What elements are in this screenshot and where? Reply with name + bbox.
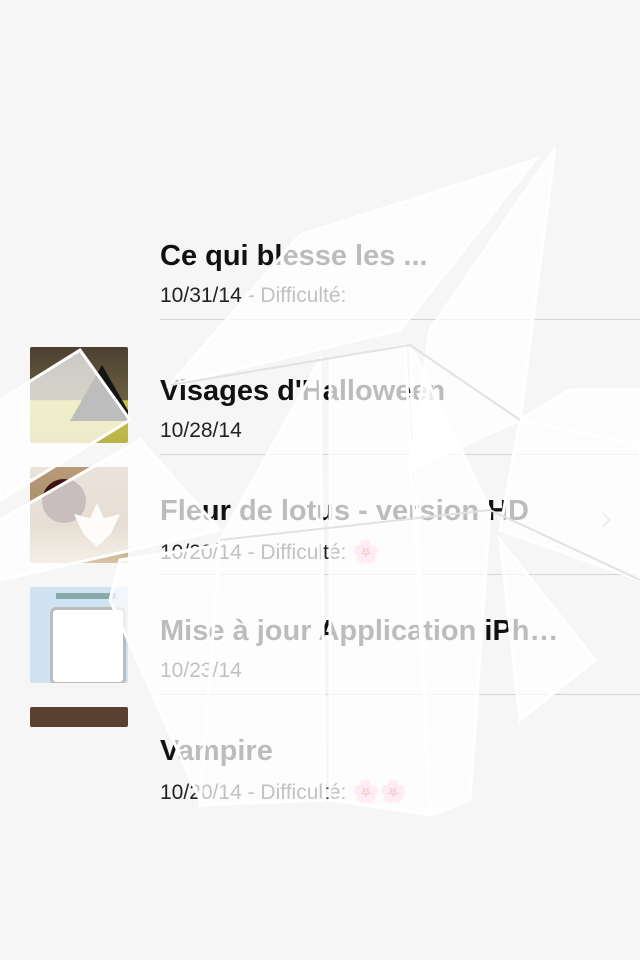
item-thumbnail xyxy=(30,347,128,443)
item-title: Ce qui blesse les ... xyxy=(160,240,428,272)
article-list: Ce qui blesse les ... 10/31/14 - Difficu… xyxy=(0,200,640,820)
item-thumbnail xyxy=(30,587,128,683)
list-item[interactable]: Ce qui blesse les ... 10/31/14 - Difficu… xyxy=(0,200,640,320)
item-subtitle: 10/31/14 - Difficulté: xyxy=(160,284,346,308)
item-thumbnail xyxy=(30,707,128,727)
row-separator xyxy=(160,319,640,320)
item-subtitle: 10/23/14 xyxy=(160,659,242,683)
item-subtitle: 10/28/14 xyxy=(160,419,242,443)
cherry-blossom-icon: 🌸 xyxy=(352,539,380,564)
item-thumbnail xyxy=(30,467,128,563)
cherry-blossom-icon: 🌸🌸 xyxy=(352,779,408,804)
list-item[interactable]: Visages d'Halloween 10/28/14 xyxy=(0,335,640,455)
chevron-right-icon: › xyxy=(600,499,612,537)
item-subtitle: 10/20/14 - Difficulté: 🌸🌸 xyxy=(160,779,407,805)
item-date-difficulty: 10/20/14 - Difficulté: xyxy=(160,541,347,564)
item-date: 10/23/14 xyxy=(160,659,242,682)
item-date-difficulty: 10/31/14 - Difficulté: xyxy=(160,284,347,307)
item-title: Vampire xyxy=(160,735,273,767)
list-item[interactable]: Vampire 10/20/14 - Difficulté: 🌸🌸 xyxy=(0,695,640,815)
item-subtitle: 10/20/14 - Difficulté: 🌸 xyxy=(160,539,380,565)
item-title: Fleur de lotus - version HD xyxy=(160,495,529,527)
item-title: Mise à jour Application iPh… xyxy=(160,615,559,647)
list-item[interactable]: Fleur de lotus - version HD 10/20/14 - D… xyxy=(0,455,640,575)
item-date-difficulty: 10/20/14 - Difficulté: xyxy=(160,781,347,804)
screen: Ce qui blesse les ... 10/31/14 - Difficu… xyxy=(0,0,640,960)
list-item[interactable]: Mise à jour Application iPh… 10/23/14 xyxy=(0,575,640,695)
item-title: Visages d'Halloween xyxy=(160,375,446,407)
item-date: 10/28/14 xyxy=(160,419,242,442)
